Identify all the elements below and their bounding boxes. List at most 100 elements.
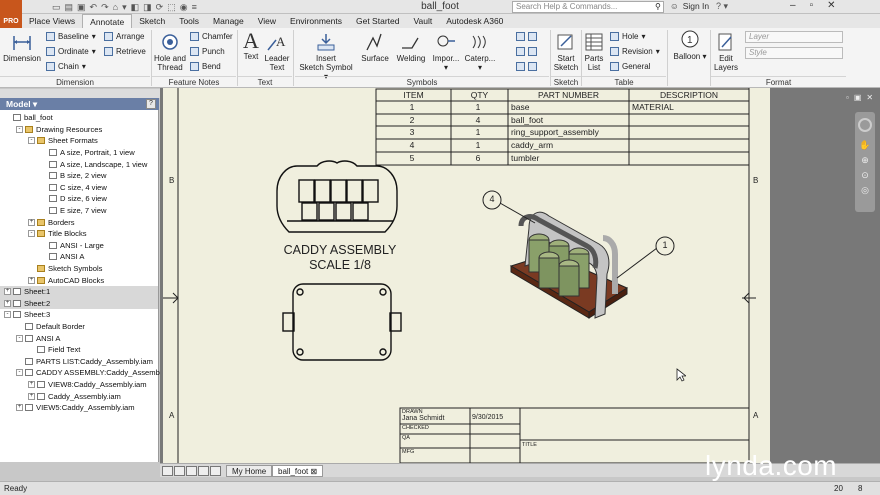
collapse-icon[interactable]: - xyxy=(16,125,23,133)
surface-button[interactable]: Surface xyxy=(358,32,392,63)
leader-text-button[interactable]: A Leader Text xyxy=(264,32,290,72)
undo-icon[interactable]: ↶ xyxy=(90,2,98,13)
browser-node[interactable]: + VIEW5:Caddy_Assembly.iam xyxy=(0,402,158,414)
material-icon[interactable]: ◧ xyxy=(131,2,140,13)
symbol-tool-1[interactable] xyxy=(516,32,537,41)
general-table-button[interactable]: General xyxy=(610,62,650,71)
browser-node[interactable]: - Sheet:3 xyxy=(0,309,158,321)
more-icon[interactable]: ≡ xyxy=(192,2,197,12)
sign-in-button[interactable]: ☺ Sign In xyxy=(670,1,709,11)
orbit-icon[interactable]: ⊙ xyxy=(855,168,875,183)
browser-help-icon[interactable]: ? xyxy=(146,99,156,109)
parts-list-button[interactable]: Parts List xyxy=(582,32,606,72)
view-title[interactable]: CADDY ASSEMBLY SCALE 1/8 xyxy=(258,243,422,273)
browser-node[interactable]: ball_foot xyxy=(0,112,158,124)
collapse-icon[interactable]: - xyxy=(16,369,23,377)
zoom-icon[interactable]: ⊕ xyxy=(855,153,875,168)
punch-button[interactable]: Punch xyxy=(190,47,225,56)
expand-icon[interactable]: + xyxy=(4,288,11,296)
viewport-minimize-icon[interactable]: ▫ xyxy=(846,93,849,102)
symbol-tool-3[interactable] xyxy=(516,62,537,71)
cascade-icon[interactable] xyxy=(174,466,185,476)
browser-node[interactable]: A size, Portrait, 1 view xyxy=(0,147,158,159)
text-button[interactable]: A Text xyxy=(238,30,264,62)
expand-icon[interactable]: + xyxy=(16,404,23,412)
drawing-sheet[interactable]: ITEM QTY PART NUMBER DESCRIPTION 1 1 base M… xyxy=(163,88,770,463)
revision-button[interactable]: Revision ▾ xyxy=(610,47,660,56)
browser-node[interactable]: + VIEW8:Caddy_Assembly.iam xyxy=(0,379,158,391)
help-icon[interactable]: ? ▾ xyxy=(716,1,728,12)
collapse-icon[interactable]: - xyxy=(28,230,35,238)
select-icon[interactable]: ⬚ xyxy=(167,2,176,13)
symbol-tool-2[interactable] xyxy=(516,47,537,56)
import-button[interactable]: Impor... ▾ xyxy=(430,32,462,72)
minimize-icon[interactable]: – xyxy=(790,0,796,11)
chain-button[interactable]: Chain ▾ xyxy=(46,62,86,71)
start-sketch-button[interactable]: Start Sketch xyxy=(552,32,580,72)
bend-button[interactable]: Bend xyxy=(190,62,221,71)
insert-sketch-symbol-button[interactable]: Insert Sketch Symbol ▾ xyxy=(298,32,354,81)
browser-node[interactable]: + Sheet:1 xyxy=(0,285,158,298)
viewport-restore-icon[interactable]: ▣ xyxy=(854,93,862,102)
balloon-4[interactable]: 4 xyxy=(487,194,497,204)
pan-icon[interactable]: ✋ xyxy=(855,138,875,153)
arrange-vertical-icon[interactable] xyxy=(186,466,197,476)
update-icon[interactable]: ⟳ xyxy=(156,2,164,13)
expand-icon[interactable]: + xyxy=(28,218,35,226)
chamfer-button[interactable]: Chamfer xyxy=(190,32,233,41)
ordinate-button[interactable]: Ordinate ▾ xyxy=(46,47,96,56)
browser-node[interactable]: + AutoCAD Blocks xyxy=(0,274,158,286)
home-icon[interactable]: ⌂ xyxy=(113,2,118,12)
browser-node[interactable]: PARTS LIST:Caddy_Assembly.iam xyxy=(0,355,158,367)
save-icon[interactable]: ▣ xyxy=(77,2,86,13)
tab-environments[interactable]: Environments xyxy=(283,14,349,28)
tile-icon[interactable] xyxy=(162,466,173,476)
maximize-icon[interactable]: ▫ xyxy=(810,0,814,11)
browser-node[interactable]: + Borders xyxy=(0,216,158,228)
search-icon[interactable]: ⚲ xyxy=(655,2,661,11)
welding-button[interactable]: Welding xyxy=(394,32,428,63)
layer-dropdown[interactable]: Layer xyxy=(745,31,843,43)
expand-icon[interactable]: + xyxy=(28,392,35,400)
browser-node[interactable]: Field Text xyxy=(0,344,158,356)
caterpillar-button[interactable]: Caterp... ▾ xyxy=(464,32,496,72)
tab-vault[interactable]: Vault xyxy=(406,14,439,28)
arrange-button[interactable]: Arrange xyxy=(104,32,144,41)
tab-place-views[interactable]: Place Views xyxy=(22,14,82,28)
retrieve-button[interactable]: Retrieve xyxy=(104,47,146,56)
new-icon[interactable]: ▭ xyxy=(52,2,61,13)
browser-node[interactable]: Sketch Symbols xyxy=(0,263,158,275)
collapse-icon[interactable]: - xyxy=(28,137,35,145)
appearance-icon[interactable]: ◨ xyxy=(143,2,152,13)
expand-icon[interactable]: + xyxy=(4,299,11,307)
style-dropdown[interactable]: Style xyxy=(745,47,843,59)
tab-view[interactable]: View xyxy=(251,14,283,28)
search-input[interactable]: Search Help & Commands... xyxy=(512,1,664,13)
color-icon[interactable]: ◉ xyxy=(180,2,188,13)
browser-node[interactable]: - CADDY ASSEMBLY:Caddy_Assembly... xyxy=(0,367,171,379)
browser-node[interactable]: D size, 6 view xyxy=(0,193,158,205)
tab-my-home[interactable]: My Home xyxy=(226,465,273,477)
browser-node[interactable]: - ANSI A xyxy=(0,332,158,344)
steering-wheel-icon[interactable] xyxy=(858,118,872,132)
browser-node[interactable]: A size, Landscape, 1 view xyxy=(0,158,158,170)
balloon-1[interactable]: 1 xyxy=(660,240,670,250)
tab-ball-foot[interactable]: ball_foot ⊠ xyxy=(272,465,324,477)
measure-icon[interactable]: ▾ xyxy=(122,2,127,13)
close-icon[interactable]: ✕ xyxy=(827,0,835,11)
browser-node[interactable]: - Sheet Formats xyxy=(0,135,158,147)
tab-close-icon[interactable]: ⊠ xyxy=(310,467,317,476)
browser-node[interactable]: ANSI - Large xyxy=(0,240,158,252)
collapse-icon[interactable]: - xyxy=(16,334,23,342)
browser-node[interactable]: + Sheet:2 xyxy=(0,297,158,310)
balloon-button[interactable]: 1 Balloon ▾ xyxy=(672,30,708,61)
expand-icon[interactable]: + xyxy=(28,276,35,284)
tab-get-started[interactable]: Get Started xyxy=(349,14,406,28)
look-at-icon[interactable]: ◎ xyxy=(855,183,875,198)
edit-layers-button[interactable]: Edit Layers xyxy=(712,32,740,72)
tab-tools[interactable]: Tools xyxy=(172,14,206,28)
browser-node[interactable]: ANSI A xyxy=(0,251,158,263)
expand-icon[interactable]: + xyxy=(28,380,35,388)
arrange-horizontal-icon[interactable] xyxy=(198,466,209,476)
tab-annotate[interactable]: Annotate xyxy=(82,14,133,28)
